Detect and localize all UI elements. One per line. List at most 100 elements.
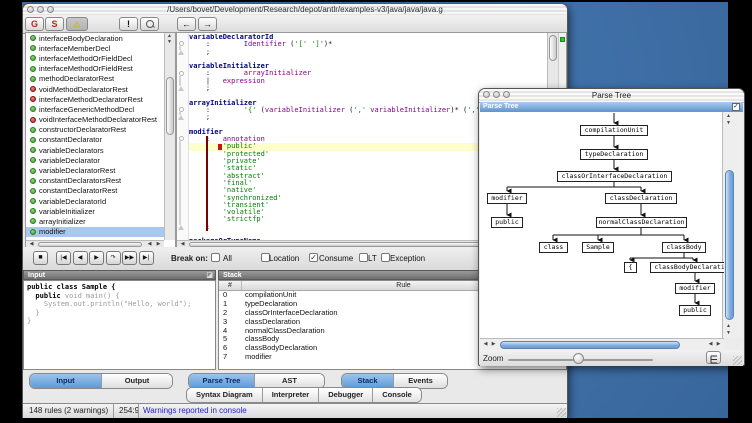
- sidebar-item-variableDeclarators[interactable]: variableDeclarators: [26, 145, 164, 155]
- sidebar-vertical-scrollbar[interactable]: ▲ ▼: [164, 33, 175, 240]
- parse-tree-horizontal-scrollbar[interactable]: ◀ ▶ ◀ ▶: [480, 338, 724, 350]
- scroll-right-icon[interactable]: ▶: [489, 342, 498, 347]
- zoom-button[interactable]: [47, 6, 54, 13]
- tab-parse-tree[interactable]: Parse Tree: [189, 374, 255, 388]
- fast-forward-button[interactable]: ▶▶: [122, 251, 137, 265]
- zoom-slider-thumb[interactable]: [573, 353, 584, 364]
- tree-node-modifier[interactable]: modifier: [675, 283, 715, 294]
- breakon-checkbox-all[interactable]: [211, 253, 220, 262]
- tree-node-classBody[interactable]: classBody: [662, 242, 706, 253]
- parse-tree-vertical-scrollbar[interactable]: ▲ ▼ ▲ ▼: [722, 112, 743, 338]
- scroll-right-icon[interactable]: ▶: [714, 342, 723, 347]
- sidebar-item-methodDeclaratorRest[interactable]: methodDeclaratorRest: [26, 74, 164, 84]
- parse-tree-titlebar[interactable]: Parse Tree: [479, 89, 744, 103]
- tab-debugger[interactable]: Debugger: [319, 388, 373, 402]
- editor-scroll-thumb[interactable]: [549, 35, 557, 61]
- scroll-down-icon[interactable]: ▼: [165, 40, 174, 45]
- scroll-down-icon[interactable]: ▼: [724, 121, 733, 126]
- detach-icon[interactable]: ◪: [206, 272, 213, 280]
- fold-end-icon[interactable]: [178, 225, 184, 230]
- tree-node-classDeclaration[interactable]: classDeclaration: [605, 193, 677, 204]
- scroll-up-icon[interactable]: ▲: [724, 324, 733, 329]
- tree-node-normalClassDeclaration[interactable]: normalClassDeclaration: [596, 217, 687, 228]
- step-over-button[interactable]: ↷: [106, 251, 121, 265]
- go-to-end-button[interactable]: ▶|: [139, 251, 154, 265]
- tab-events[interactable]: Events: [394, 374, 447, 388]
- tab-input[interactable]: Input: [30, 374, 102, 388]
- sidebar-item-interfaceMethodOrFieldRest[interactable]: interfaceMethodOrFieldRest: [26, 64, 164, 74]
- tab-interpreter[interactable]: Interpreter: [263, 388, 320, 402]
- sidebar-item-variableDeclarator[interactable]: variableDeclarator: [26, 155, 164, 165]
- parse-tree-vscroll-thumb[interactable]: [725, 170, 734, 320]
- input-panel[interactable]: public class Sample { public void main()…: [23, 280, 216, 370]
- close-button[interactable]: [483, 91, 490, 98]
- step-backward-button[interactable]: ◀: [73, 251, 88, 265]
- sidebar-item-voidInterfaceMethodDeclaratorRest[interactable]: voidInterfaceMethodDeclaratorRest: [26, 115, 164, 125]
- breakon-checkbox-consume[interactable]: ✓: [309, 253, 318, 262]
- find-button[interactable]: [140, 17, 159, 31]
- token: ',': [353, 106, 366, 114]
- back-button[interactable]: ←: [177, 17, 196, 31]
- breakon-checkbox-exception[interactable]: [381, 253, 390, 262]
- step-forward-button[interactable]: ▶: [89, 251, 104, 265]
- tree-node-typeDeclaration[interactable]: typeDeclaration: [580, 149, 648, 160]
- tab-ast[interactable]: AST: [255, 374, 324, 388]
- sidebar-item-constantDeclaratorRest[interactable]: constantDeclaratorRest: [26, 186, 164, 196]
- sidebar-item-variableDeclaratorRest[interactable]: variableDeclaratorRest: [26, 165, 164, 175]
- tab-output[interactable]: Output: [102, 374, 172, 388]
- sidebar-item-interfaceBodyDeclaration[interactable]: interfaceBodyDeclaration: [26, 33, 164, 43]
- sidebar-scroll-thumb[interactable]: [166, 77, 174, 135]
- tree-node-compilationUnit[interactable]: compilationUnit: [580, 125, 648, 136]
- status-warning-message[interactable]: Warnings reported in console: [143, 406, 247, 415]
- sidebar-item-interfaceMemberDecl[interactable]: interfaceMemberDecl: [26, 43, 164, 53]
- syntax-button[interactable]: S: [45, 17, 64, 31]
- token: 'strictfp': [223, 215, 265, 223]
- close-button[interactable]: [27, 6, 34, 13]
- sidebar-item-constantDeclarator[interactable]: constantDeclarator: [26, 135, 164, 145]
- tree-layout-button[interactable]: [706, 351, 721, 364]
- ideas-button[interactable]: !: [119, 17, 138, 31]
- tree-node-public[interactable]: public: [491, 217, 523, 228]
- sidebar-item-interfaceMethodOrFieldDecl[interactable]: interfaceMethodOrFieldDecl: [26, 53, 164, 63]
- parse-tree-hscroll-thumb[interactable]: [500, 341, 680, 349]
- fold-end-icon[interactable]: [178, 115, 184, 120]
- sidebar-item-interfaceGenericMethodDecl[interactable]: interfaceGenericMethodDecl: [26, 104, 164, 114]
- go-to-start-button[interactable]: |◀: [56, 251, 71, 265]
- input-panel-header[interactable]: Input ◪: [23, 270, 216, 280]
- tree-node-Sample[interactable]: Sample: [582, 242, 614, 253]
- sidebar-item-constantDeclaratorsRest[interactable]: constantDeclaratorsRest: [26, 176, 164, 186]
- tab-console[interactable]: Console: [373, 388, 421, 402]
- parse-tree-canvas[interactable]: compilationUnit typeDeclaration classOrInt…: [480, 112, 724, 338]
- tree-node-class[interactable]: class: [539, 242, 568, 253]
- sidebar-item-constructorDeclaratorRest[interactable]: constructorDeclaratorRest: [26, 125, 164, 135]
- minimize-button[interactable]: [37, 6, 44, 13]
- sidebar-item-modifier[interactable]: modifier: [26, 227, 164, 237]
- rule-status-icon: [30, 208, 36, 214]
- resize-grip[interactable]: [557, 408, 566, 417]
- scroll-down-icon[interactable]: ▼: [724, 331, 733, 336]
- forward-button[interactable]: →: [198, 17, 217, 31]
- tree-node-lbrace[interactable]: {: [624, 262, 637, 273]
- warnings-button[interactable]: ⚠: [66, 17, 88, 31]
- tree-node-modifier[interactable]: modifier: [487, 193, 527, 204]
- minimize-button[interactable]: [493, 91, 500, 98]
- grammar-button[interactable]: G: [25, 17, 44, 31]
- stop-button[interactable]: ■: [33, 251, 48, 265]
- sidebar-item-arrayInitializer[interactable]: arrayInitializer: [26, 216, 164, 226]
- sidebar-item-interfaceMethodDeclaratorRest[interactable]: interfaceMethodDeclaratorRest: [26, 94, 164, 104]
- fold-end-icon[interactable]: [178, 86, 184, 91]
- tab-syntax-diagram[interactable]: Syntax Diagram: [187, 388, 263, 402]
- zoom-button[interactable]: [503, 91, 510, 98]
- tree-node-classBodyDeclaration[interactable]: classBodyDeclaration: [650, 262, 724, 273]
- sidebar-item-voidMethodDeclaratorRest[interactable]: voidMethodDeclaratorRest: [26, 84, 164, 94]
- breakon-checkbox-lt[interactable]: [359, 253, 368, 262]
- scroll-up-icon[interactable]: ▲: [724, 114, 733, 119]
- tab-stack[interactable]: Stack: [342, 374, 394, 388]
- sidebar-item-variableDeclaratorId[interactable]: variableDeclaratorId: [26, 196, 164, 206]
- sidebar-item-variableInitializer[interactable]: variableInitializer: [26, 206, 164, 216]
- tree-node-classOrInterfaceDeclaration[interactable]: classOrInterfaceDeclaration: [557, 171, 672, 182]
- resize-grip[interactable]: [733, 356, 742, 365]
- parse-tree-checkbox[interactable]: ✓: [732, 103, 740, 111]
- fold-end-icon[interactable]: [178, 50, 184, 55]
- tree-node-public[interactable]: public: [679, 305, 711, 316]
